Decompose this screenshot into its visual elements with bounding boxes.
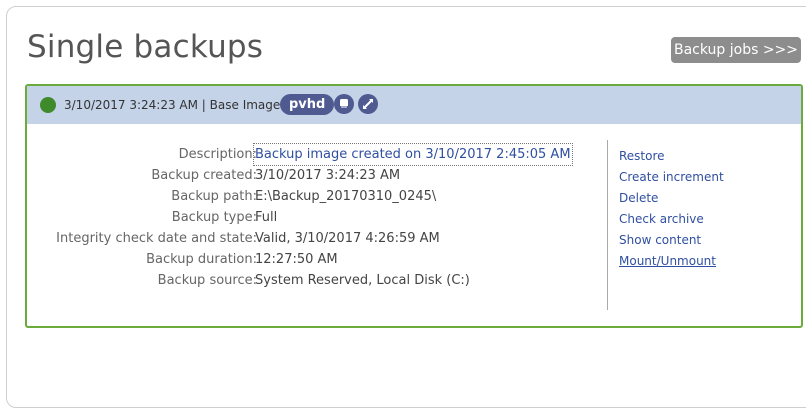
- detail-label: Backup duration:: [146, 252, 257, 267]
- detail-label: Description:: [178, 147, 257, 162]
- create-increment-link[interactable]: Create increment: [619, 167, 724, 188]
- detail-value: E:\Backup_20170310_0245\: [255, 189, 437, 204]
- detail-label: Backup path:: [171, 189, 257, 204]
- detail-label: Backup type:: [171, 210, 257, 225]
- detail-value: System Reserved, Local Disk (C:): [255, 273, 470, 288]
- detail-value: 3/10/2017 3:24:23 AM: [255, 168, 401, 183]
- mount-unmount-link[interactable]: Mount/Unmount: [619, 251, 724, 272]
- format-badge[interactable]: pvhd: [280, 94, 335, 115]
- restore-link[interactable]: Restore: [619, 146, 724, 167]
- show-content-link[interactable]: Show content: [619, 230, 724, 251]
- detail-row-description: Description: Backup image created on 3/1…: [27, 143, 605, 166]
- detail-label: Integrity check date and state:: [56, 231, 257, 246]
- backup-card: 3/10/2017 3:24:23 AM | Base Image pvhd D…: [25, 84, 803, 328]
- disk-icon[interactable]: [334, 94, 354, 114]
- backup-jobs-button[interactable]: Backup jobs >>>: [671, 37, 801, 63]
- detail-row-duration: Backup duration: 12:27:50 AM: [27, 249, 605, 270]
- detail-row-source: Backup source: System Reserved, Local Di…: [27, 270, 605, 291]
- page-title: Single backups: [27, 29, 264, 65]
- status-indicator-icon: [40, 97, 56, 113]
- detail-row-created: Backup created: 3/10/2017 3:24:23 AM: [27, 165, 605, 186]
- description-link[interactable]: Backup image created on 3/10/2017 2:45:0…: [253, 143, 573, 166]
- check-archive-link[interactable]: Check archive: [619, 209, 724, 230]
- backup-card-header: 3/10/2017 3:24:23 AM | Base Image pvhd: [27, 86, 801, 124]
- detail-label: Backup source:: [157, 273, 257, 288]
- detail-row-path: Backup path: E:\Backup_20170310_0245\: [27, 186, 605, 207]
- detail-label: Backup created:: [151, 168, 257, 183]
- detail-row-integrity: Integrity check date and state: Valid, 3…: [27, 228, 605, 249]
- backup-details: Description: Backup image created on 3/1…: [27, 143, 605, 291]
- detail-value: Full: [255, 210, 278, 225]
- detail-row-type: Backup type: Full: [27, 207, 605, 228]
- backup-header-text: 3/10/2017 3:24:23 AM | Base Image: [64, 98, 281, 112]
- delete-link[interactable]: Delete: [619, 188, 724, 209]
- divider: [607, 140, 608, 310]
- expand-icon[interactable]: [358, 94, 378, 114]
- actions-menu: Restore Create increment Delete Check ar…: [619, 146, 724, 272]
- detail-value: 12:27:50 AM: [255, 252, 338, 267]
- detail-value: Valid, 3/10/2017 4:26:59 AM: [255, 231, 440, 246]
